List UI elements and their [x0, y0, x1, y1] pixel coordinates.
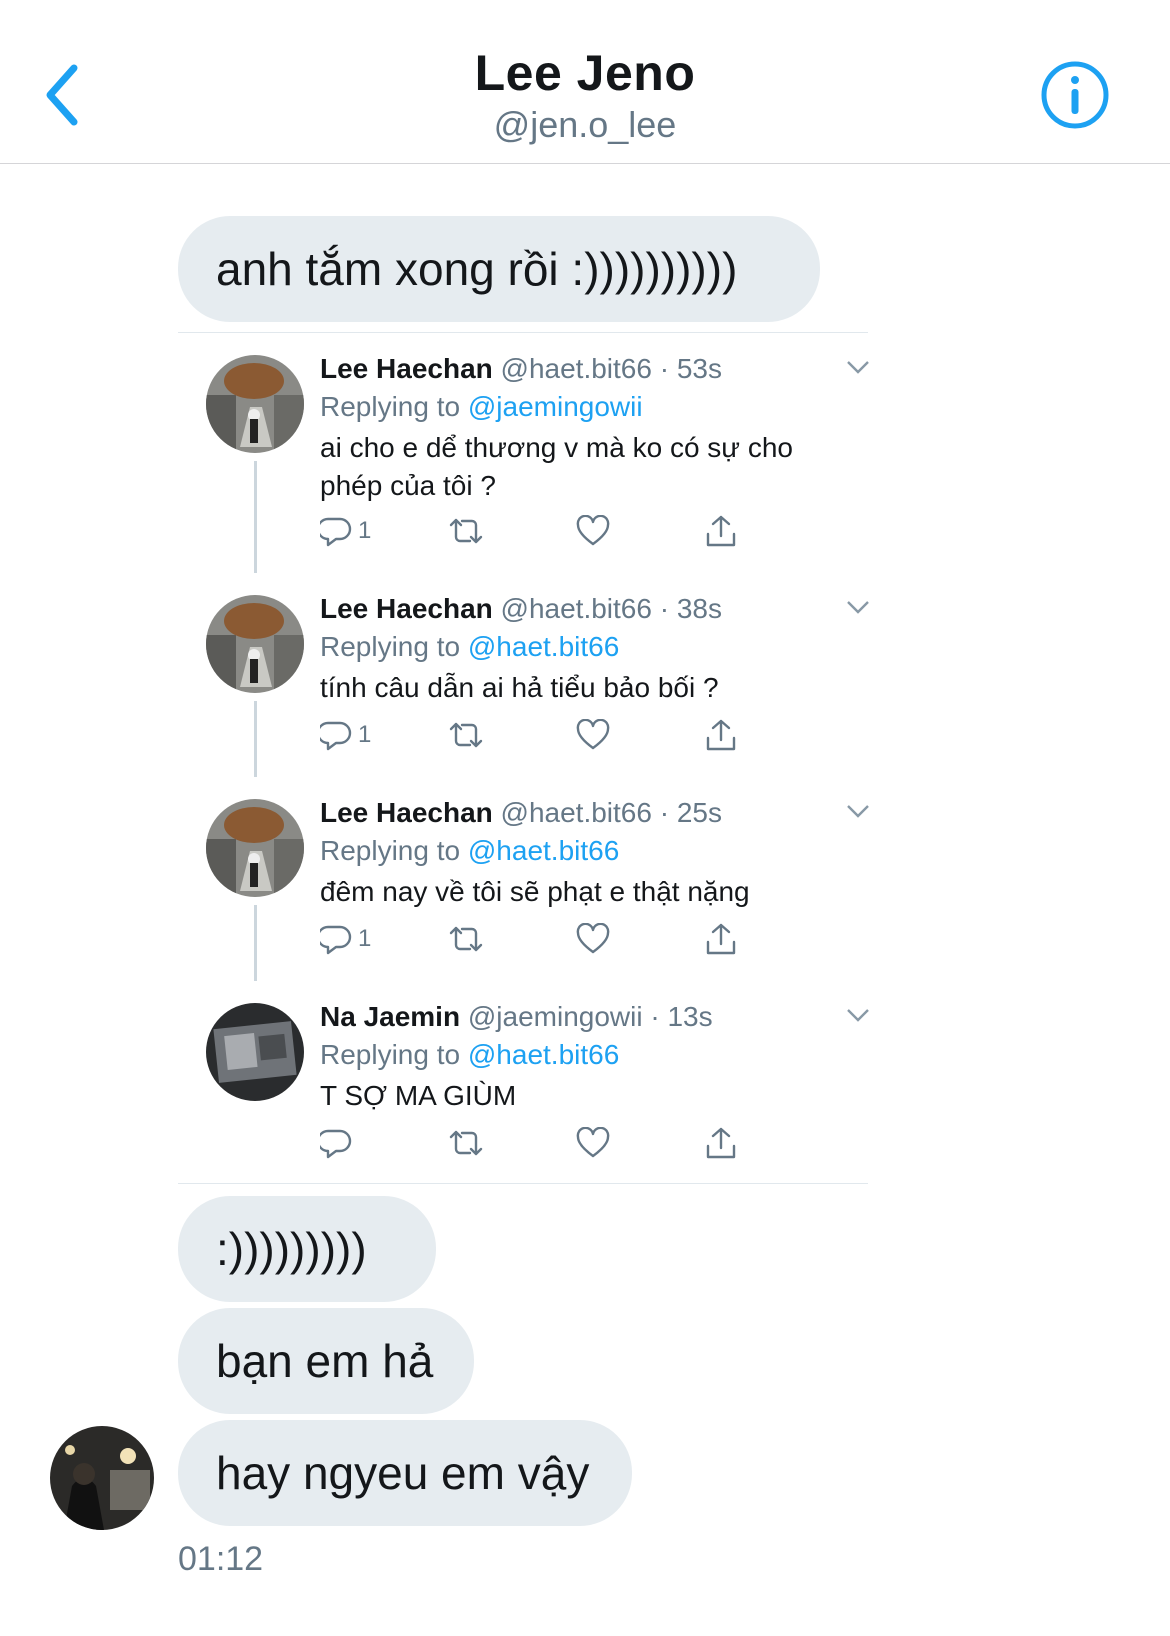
tweet-actions: 1 [320, 511, 760, 551]
embedded-tweet[interactable]: Lee Haechan @haet.bit66 · 53s Replying t… [178, 333, 870, 573]
avatar[interactable] [206, 595, 304, 693]
tweet-author-line: Lee Haechan @haet.bit66 · 53s [320, 353, 722, 385]
reply-button[interactable]: 1 [320, 715, 371, 755]
chevron-down-icon[interactable] [846, 359, 870, 375]
share-icon [706, 719, 736, 751]
conversation-handle: @jen.o_lee [493, 104, 677, 145]
reply-count: 1 [358, 517, 372, 544]
replying-to-line: Replying to @haet.bit66 [320, 1039, 619, 1071]
tweet-actions: 1 [320, 919, 760, 959]
tweet-author-name[interactable]: Lee Haechan [320, 797, 493, 828]
thread-line [254, 461, 257, 573]
chevron-down-icon[interactable] [846, 1007, 870, 1023]
conversation-title[interactable]: Lee Jeno [0, 44, 1170, 102]
tweet-text: tính câu dẫn ai hả tiểu bảo bối ? [320, 672, 719, 703]
message-bubble[interactable]: :))))))))) [178, 1196, 436, 1302]
retweet-icon [449, 518, 483, 544]
replying-to-label: Replying to [320, 835, 461, 866]
tweet-timestamp: · 13s [650, 1001, 713, 1032]
embedded-tweet[interactable]: Lee Haechan @haet.bit66 · 38s Replying t… [178, 573, 870, 777]
retweet-button[interactable] [448, 715, 484, 755]
reply-count: 1 [358, 721, 372, 748]
reply-button[interactable] [320, 1123, 358, 1163]
tweet-author-handle[interactable]: @jaemingowii [468, 1001, 643, 1032]
tweet-timestamp: · 25s [659, 797, 722, 828]
tweet-author-handle[interactable]: @haet.bit66 [501, 593, 652, 624]
like-button[interactable] [576, 511, 610, 551]
reply-icon [320, 1129, 352, 1159]
tweet-author-handle[interactable]: @haet.bit66 [501, 797, 652, 828]
embedded-tweet-card[interactable]: Lee Haechan @haet.bit66 · 53s Replying t… [178, 332, 870, 1185]
tweet-timestamp: · 53s [659, 353, 722, 384]
tweet-author-name[interactable]: Lee Haechan [320, 593, 493, 624]
reply-button[interactable]: 1 [320, 919, 371, 959]
tweet-author-line: Lee Haechan @haet.bit66 · 25s [320, 797, 722, 829]
share-icon [706, 923, 736, 955]
reply-button[interactable]: 1 [320, 511, 371, 551]
retweet-button[interactable] [448, 1123, 484, 1163]
like-button[interactable] [576, 1123, 610, 1163]
embedded-tweet[interactable]: Lee Haechan @haet.bit66 · 25s Replying t… [178, 777, 870, 981]
heart-icon [576, 719, 610, 750]
tweet-text: T SỢ MA GIÙM [320, 1080, 517, 1111]
thread-line [254, 701, 257, 777]
tweet-author-name[interactable]: Lee Haechan [320, 353, 493, 384]
replying-to-label: Replying to [320, 1039, 461, 1070]
message-bubble[interactable]: anh tắm xong rồi :)))))))))) [178, 216, 820, 322]
replying-to-link[interactable]: @haet.bit66 [468, 631, 619, 662]
replying-to-line: Replying to @jaemingowii [320, 391, 643, 423]
retweet-icon [449, 926, 483, 952]
heart-icon [576, 923, 610, 954]
share-button[interactable] [704, 919, 738, 959]
like-button[interactable] [576, 919, 610, 959]
replying-to-link[interactable]: @haet.bit66 [468, 1039, 619, 1070]
replying-to-link[interactable]: @haet.bit66 [468, 835, 619, 866]
heart-icon [576, 1127, 610, 1158]
replying-to-label: Replying to [320, 631, 461, 662]
replying-to-link[interactable]: @jaemingowii [468, 391, 643, 422]
tweet-author-handle[interactable]: @haet.bit66 [501, 353, 652, 384]
like-button[interactable] [576, 715, 610, 755]
reply-icon [320, 517, 352, 547]
sender-avatar[interactable] [50, 1426, 154, 1530]
avatar[interactable] [206, 799, 304, 897]
retweet-button[interactable] [448, 919, 484, 959]
tweet-timestamp: · 38s [659, 593, 722, 624]
replying-to-line: Replying to @haet.bit66 [320, 835, 619, 867]
tweet-author-name[interactable]: Na Jaemin [320, 1001, 460, 1032]
embedded-tweet[interactable]: Na Jaemin @jaemingowii · 13s Replying to… [178, 981, 870, 1185]
reply-icon [320, 925, 352, 955]
tweet-author-line: Lee Haechan @haet.bit66 · 38s [320, 593, 722, 625]
share-icon [706, 1127, 736, 1159]
replying-to-label: Replying to [320, 391, 461, 422]
reply-icon [320, 721, 352, 751]
message-bubble[interactable]: hay ngyeu em vậy [178, 1420, 632, 1526]
heart-icon [576, 515, 610, 546]
share-button[interactable] [704, 511, 738, 551]
tweet-author-line: Na Jaemin @jaemingowii · 13s [320, 1001, 713, 1033]
message-bubble[interactable]: bạn em hả [178, 1308, 474, 1414]
retweet-icon [449, 1130, 483, 1156]
replying-to-line: Replying to @haet.bit66 [320, 631, 619, 663]
tweet-actions [320, 1123, 760, 1163]
chevron-down-icon[interactable] [846, 599, 870, 615]
info-icon[interactable] [1040, 60, 1110, 130]
share-button[interactable] [704, 715, 738, 755]
chevron-down-icon[interactable] [846, 803, 870, 819]
share-button[interactable] [704, 1123, 738, 1163]
message-timestamp: 01:12 [178, 1540, 264, 1578]
tweet-text: đêm nay về tôi sẽ phạt e thật nặng [320, 876, 750, 907]
conversation-header: Lee Jeno @jen.o_lee [0, 0, 1170, 164]
tweet-text: ai cho e dể thương v mà ko có sự cho phé… [320, 432, 793, 501]
retweet-icon [449, 722, 483, 748]
avatar[interactable] [206, 355, 304, 453]
reply-count: 1 [358, 925, 372, 952]
thread-line [254, 905, 257, 981]
share-icon [706, 515, 736, 547]
retweet-button[interactable] [448, 511, 484, 551]
avatar[interactable] [206, 1003, 304, 1101]
tweet-actions: 1 [320, 715, 760, 755]
